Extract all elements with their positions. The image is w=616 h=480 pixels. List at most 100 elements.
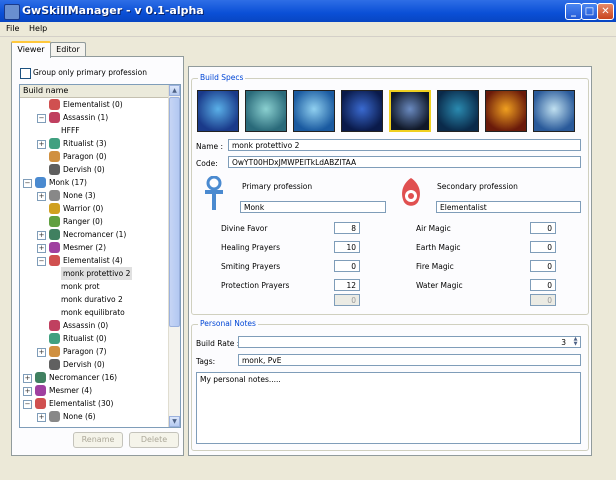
tree-row[interactable]: + Necromancer (16) bbox=[20, 371, 168, 384]
expand-icon[interactable]: + bbox=[37, 244, 46, 253]
attribute-label: Water Magic bbox=[416, 281, 463, 290]
attribute-value[interactable]: 0 bbox=[530, 260, 556, 272]
expand-icon[interactable]: + bbox=[37, 140, 46, 149]
tree-row[interactable]: Dervish (0) bbox=[20, 358, 168, 371]
rename-button[interactable]: Rename bbox=[73, 432, 123, 448]
tree-row[interactable]: − Elementalist (30) bbox=[20, 397, 168, 410]
tree-row[interactable]: monk durativo 2 bbox=[20, 293, 168, 306]
attribute-value[interactable]: 0 bbox=[530, 241, 556, 253]
skill-2-icon[interactable] bbox=[245, 90, 287, 132]
notes-textarea[interactable]: My personal notes..... bbox=[196, 372, 581, 444]
tree-row[interactable]: Dervish (0) bbox=[20, 163, 168, 176]
tab-editor[interactable]: Editor bbox=[50, 42, 86, 57]
name-label: Name : bbox=[196, 142, 224, 151]
attribute-label: Divine Favor bbox=[221, 224, 268, 233]
collapse-icon[interactable]: − bbox=[37, 114, 46, 123]
tree-row-label: Assassin (0) bbox=[63, 321, 109, 330]
tree-row-label: monk protettivo 2 bbox=[61, 267, 133, 280]
attribute-value[interactable]: 10 bbox=[334, 241, 360, 253]
scroll-up-icon[interactable]: ▲ bbox=[169, 85, 180, 96]
tree-row[interactable]: + None (3) bbox=[20, 189, 168, 202]
collapse-icon[interactable]: − bbox=[37, 257, 46, 266]
attribute-value[interactable]: 12 bbox=[334, 279, 360, 291]
tree-row-label: Mesmer (2) bbox=[63, 243, 107, 252]
tree-row[interactable]: monk equilibrato bbox=[20, 306, 168, 319]
tree-row-label: Elementalist (4) bbox=[63, 256, 123, 265]
scroll-thumb[interactable] bbox=[169, 97, 180, 327]
tree-row[interactable]: Assassin (0) bbox=[20, 319, 168, 332]
primary-profession-field[interactable]: Monk bbox=[240, 201, 386, 213]
attribute-value[interactable]: 0 bbox=[530, 222, 556, 234]
skill-4-icon[interactable] bbox=[341, 90, 383, 132]
code-input[interactable]: OwYT00HDxJMWPEITkLdABZITAA bbox=[228, 156, 581, 168]
tree-row[interactable]: − Assassin (1) bbox=[20, 111, 168, 124]
scroll-down-icon[interactable]: ▼ bbox=[169, 416, 180, 427]
tree-row[interactable]: + Mesmer (4) bbox=[20, 384, 168, 397]
skill-7-icon[interactable] bbox=[485, 90, 527, 132]
skill-3-icon[interactable] bbox=[293, 90, 335, 132]
menu-help[interactable]: Help bbox=[29, 24, 47, 33]
delete-button[interactable]: Delete bbox=[129, 432, 179, 448]
expand-icon[interactable]: + bbox=[37, 192, 46, 201]
paragon-icon bbox=[49, 151, 60, 162]
tree-row-label: Necromancer (16) bbox=[49, 373, 118, 382]
tree-row-label: None (3) bbox=[63, 191, 96, 200]
secondary-extra-attribute: 0 bbox=[530, 294, 556, 306]
tree-row-label: Mesmer (4) bbox=[49, 386, 93, 395]
attribute-value[interactable]: 0 bbox=[530, 279, 556, 291]
skill-8-icon[interactable] bbox=[533, 90, 575, 132]
tree-row[interactable]: − Elementalist (4) bbox=[20, 254, 168, 267]
spinner-arrows-icon[interactable]: ▲ ▼ bbox=[571, 337, 580, 347]
maximize-button[interactable]: □ bbox=[581, 3, 598, 20]
necromancer-icon bbox=[49, 229, 60, 240]
tree-row[interactable]: + Paragon (7) bbox=[20, 345, 168, 358]
expand-icon[interactable]: + bbox=[23, 374, 32, 383]
tree-scrollbar[interactable]: ▲ ▼ bbox=[168, 85, 180, 427]
tree-row[interactable]: + Mesmer (2) bbox=[20, 241, 168, 254]
attribute-value[interactable]: 8 bbox=[334, 222, 360, 234]
expand-icon[interactable]: + bbox=[37, 413, 46, 422]
assassin-icon bbox=[49, 320, 60, 331]
build-tree[interactable]: Build name Elementalist (0) − Assassin (1)… bbox=[19, 84, 181, 428]
tree-row[interactable]: Paragon (0) bbox=[20, 150, 168, 163]
tree-row[interactable]: Warrior (0) bbox=[20, 202, 168, 215]
expand-icon[interactable]: + bbox=[37, 348, 46, 357]
menu-file[interactable]: File bbox=[6, 24, 19, 33]
tree-row[interactable]: Elementalist (0) bbox=[20, 98, 168, 111]
minimize-button[interactable]: _ bbox=[565, 3, 582, 20]
group-primary-checkbox[interactable] bbox=[20, 68, 31, 79]
collapse-icon[interactable]: − bbox=[23, 400, 32, 409]
close-button[interactable]: ✕ bbox=[597, 3, 614, 20]
tree-row[interactable]: monk protettivo 2 bbox=[20, 267, 168, 280]
tree-row[interactable]: − Monk (17) bbox=[20, 176, 168, 189]
skill-1-icon[interactable] bbox=[197, 90, 239, 132]
tree-row-label: Monk (17) bbox=[49, 178, 87, 187]
tree-row[interactable]: HFFF bbox=[20, 124, 168, 137]
tree-row-label: Ritualist (3) bbox=[63, 139, 107, 148]
name-input[interactable]: monk protettivo 2 bbox=[228, 139, 581, 151]
tree-row-label: Dervish (0) bbox=[63, 360, 105, 369]
tree-row-label: Elementalist (30) bbox=[49, 399, 114, 408]
skill-6-icon[interactable] bbox=[437, 90, 479, 132]
tree-row[interactable]: monk prot bbox=[20, 280, 168, 293]
expand-icon[interactable]: + bbox=[23, 387, 32, 396]
tree-row[interactable]: Ritualist (0) bbox=[20, 332, 168, 345]
dervish-icon bbox=[49, 164, 60, 175]
build-specs-legend: Build Specs bbox=[198, 73, 246, 82]
expand-icon[interactable]: + bbox=[37, 231, 46, 240]
attribute-value[interactable]: 0 bbox=[334, 260, 360, 272]
tags-input[interactable]: monk, PvE bbox=[238, 354, 581, 366]
tree-row[interactable]: + Necromancer (1) bbox=[20, 228, 168, 241]
ranger-icon bbox=[49, 216, 60, 227]
tree-row-label: monk prot bbox=[61, 282, 100, 291]
tree-row[interactable]: + Ritualist (3) bbox=[20, 137, 168, 150]
elementalist-icon bbox=[402, 178, 420, 206]
build-rate-spinner[interactable]: 3 bbox=[238, 336, 581, 348]
tab-viewer[interactable]: Viewer bbox=[11, 41, 51, 58]
tree-row[interactable]: Ranger (0) bbox=[20, 215, 168, 228]
secondary-profession-field[interactable]: Elementalist bbox=[436, 201, 581, 213]
collapse-icon[interactable]: − bbox=[23, 179, 32, 188]
skill-5-icon[interactable] bbox=[389, 90, 431, 132]
tree-row[interactable]: + None (6) bbox=[20, 410, 168, 423]
tree-header[interactable]: Build name bbox=[20, 85, 172, 98]
